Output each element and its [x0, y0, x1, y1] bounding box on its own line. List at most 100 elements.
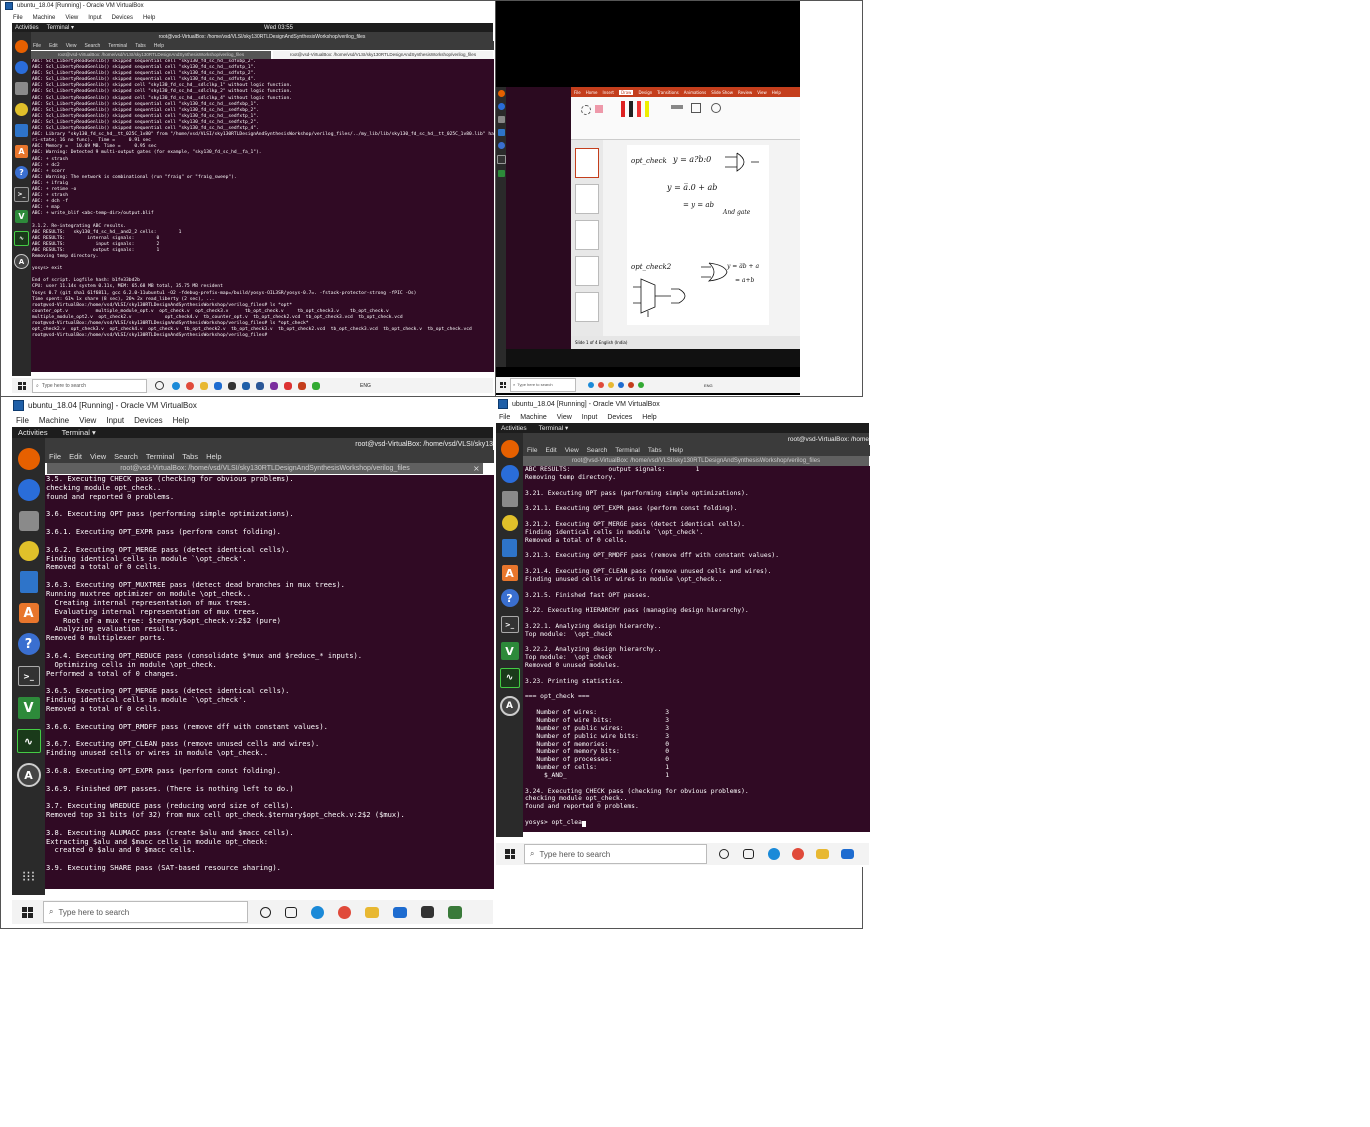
windows-start-icon[interactable]: [505, 849, 515, 859]
writer-icon[interactable]: [19, 571, 38, 593]
help-icon[interactable]: ?: [15, 166, 28, 179]
virtualbox-task-icon[interactable]: [242, 381, 250, 390]
terminal-icon[interactable]: >_: [14, 187, 29, 202]
menu-view[interactable]: View: [79, 416, 96, 425]
pen-red-icon[interactable]: [621, 101, 625, 117]
ppt-tab-draw[interactable]: Draw: [619, 89, 634, 95]
vm-app-icon[interactable]: [448, 905, 462, 919]
terminal-output[interactable]: ABC RESULTS: output signals: 1 Removing t…: [523, 466, 870, 832]
app-icon[interactable]: A: [16, 763, 41, 787]
terminal-icon[interactable]: >_: [500, 616, 519, 633]
term-menu-terminal[interactable]: Terminal: [108, 43, 127, 49]
terminal-app-menu[interactable]: Terminal ▾: [539, 424, 569, 432]
mail-icon[interactable]: [618, 382, 624, 388]
writer-icon[interactable]: [502, 539, 517, 557]
term-menu-file[interactable]: File: [527, 447, 537, 454]
windows-start-icon[interactable]: [22, 906, 33, 918]
software-icon[interactable]: A: [15, 145, 28, 158]
activities-button[interactable]: Activities: [15, 25, 39, 31]
edge-icon[interactable]: [172, 381, 180, 390]
gtkwave-icon[interactable]: ∿: [499, 668, 520, 688]
term-menu-search[interactable]: Search: [587, 447, 608, 454]
mail-icon[interactable]: [214, 381, 222, 390]
slide-canvas[interactable]: opt_check y = a?b:0 y = a̅.0 + ab = y = …: [627, 145, 769, 325]
software-icon[interactable]: A: [18, 603, 39, 623]
vim-icon[interactable]: V: [17, 697, 40, 719]
term-menu-help[interactable]: Help: [670, 447, 683, 454]
software-icon[interactable]: A: [501, 565, 518, 581]
menu-file[interactable]: File: [13, 15, 23, 21]
show-apps-icon[interactable]: ⁝⁝⁝: [21, 869, 37, 885]
menu-help[interactable]: Help: [173, 416, 189, 425]
vim-icon[interactable]: V: [500, 642, 519, 660]
chrome-icon[interactable]: [186, 381, 194, 390]
menu-input[interactable]: Input: [582, 414, 598, 421]
ppt-tab-slideshow[interactable]: Slide Show: [711, 90, 733, 95]
onenote-icon[interactable]: [270, 381, 278, 390]
powerpoint-icon[interactable]: [628, 382, 634, 388]
app-icon-2[interactable]: [638, 382, 644, 388]
eraser-icon[interactable]: [595, 105, 603, 113]
powerpoint-icon[interactable]: [298, 381, 306, 390]
files-icon[interactable]: [15, 82, 28, 95]
activities-button[interactable]: Activities: [18, 428, 48, 437]
activities-button[interactable]: Activities: [501, 425, 527, 432]
edge-icon[interactable]: [768, 848, 780, 860]
help-icon[interactable]: [497, 142, 505, 149]
term-menu-tabs[interactable]: Tabs: [182, 452, 198, 461]
explorer-icon[interactable]: [365, 906, 379, 918]
terminal-output[interactable]: ABC: Scl_LibertyReadGenlib() skipped seq…: [31, 59, 494, 372]
terminal-tab-1[interactable]: root@vsd-VirtualBox: /home/vsd/VLSI/sky1…: [31, 51, 271, 59]
gtkwave-icon[interactable]: ∿: [14, 231, 29, 246]
thunderbird-icon[interactable]: [15, 61, 28, 74]
mail-icon[interactable]: [841, 849, 854, 859]
rhythmbox-icon[interactable]: [501, 515, 518, 531]
files-icon[interactable]: [18, 511, 39, 531]
app-icon[interactable]: A: [14, 254, 29, 269]
term-menu-terminal[interactable]: Terminal: [615, 447, 640, 454]
term-menu-help[interactable]: Help: [154, 43, 164, 49]
replay-icon[interactable]: [711, 103, 721, 113]
term-menu-search[interactable]: Search: [84, 43, 100, 49]
terminal-icon[interactable]: >_: [17, 666, 40, 686]
term-menu-search[interactable]: Search: [114, 452, 138, 461]
writer-icon[interactable]: [497, 129, 505, 136]
help-icon[interactable]: ?: [17, 633, 40, 655]
terminal-tab[interactable]: root@vsd-VirtualBox: /home/vsd/VLSI/sky1…: [47, 463, 483, 474]
lasso-icon[interactable]: [581, 105, 591, 115]
windows-start-icon[interactable]: [18, 381, 26, 390]
terminal-app-menu[interactable]: Terminal ▾: [62, 428, 96, 437]
explorer-icon[interactable]: [816, 849, 829, 859]
app-icon[interactable]: A: [499, 696, 520, 716]
menu-view[interactable]: View: [557, 414, 572, 421]
ruler-icon[interactable]: [671, 105, 683, 109]
terminal-tab-2[interactable]: root@vsd-VirtualBox: /home/vsd/VLSI/sky1…: [273, 51, 493, 59]
menu-input[interactable]: Input: [106, 416, 124, 425]
cortana-icon[interactable]: [719, 849, 729, 859]
menu-input[interactable]: Input: [88, 15, 101, 21]
store-icon[interactable]: [228, 381, 236, 390]
task-view-icon[interactable]: [155, 381, 164, 390]
slide-thumb-4[interactable]: [575, 256, 599, 286]
taskbar-search[interactable]: ⌕ Type here to search: [43, 901, 248, 923]
files-icon[interactable]: [501, 491, 518, 507]
vim-icon[interactable]: [497, 170, 505, 177]
task-view-icon[interactable]: [743, 849, 754, 859]
explorer-icon[interactable]: [608, 382, 614, 388]
thunderbird-icon[interactable]: [497, 103, 505, 110]
ppt-tab-file[interactable]: File: [574, 90, 581, 95]
pen-red2-icon[interactable]: [637, 101, 641, 117]
term-menu-view[interactable]: View: [565, 447, 579, 454]
term-menu-edit[interactable]: Edit: [49, 43, 58, 49]
menu-devices[interactable]: Devices: [112, 15, 133, 21]
term-menu-terminal[interactable]: Terminal: [146, 452, 174, 461]
terminal-icon[interactable]: [496, 155, 506, 164]
ppt-tab-insert[interactable]: Insert: [603, 90, 614, 95]
cortana-icon[interactable]: [260, 906, 271, 918]
firefox-icon[interactable]: [500, 440, 519, 458]
term-menu-view[interactable]: View: [90, 452, 106, 461]
menu-devices[interactable]: Devices: [607, 414, 632, 421]
gtkwave-icon[interactable]: ∿: [16, 729, 41, 753]
term-menu-file[interactable]: File: [49, 452, 61, 461]
mail-icon[interactable]: [393, 906, 407, 918]
